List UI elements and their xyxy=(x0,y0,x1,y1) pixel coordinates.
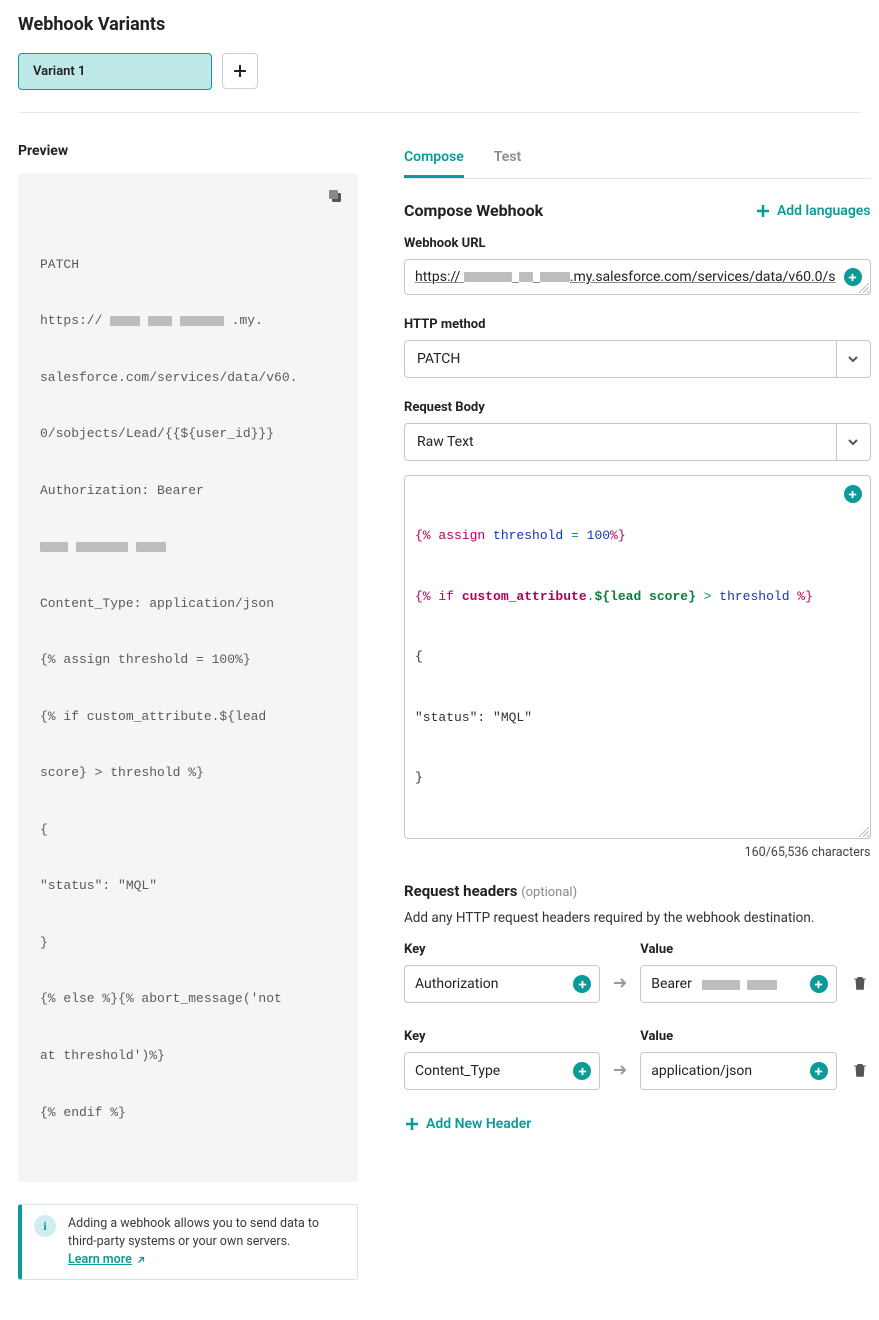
body-type-select[interactable]: Raw Text xyxy=(404,423,871,461)
preview-line: Content_Type: application/json xyxy=(40,595,336,614)
header-key-input[interactable]: Authorization xyxy=(404,965,600,1003)
plus-icon xyxy=(847,489,858,500)
add-liquid-button[interactable] xyxy=(844,268,862,286)
compose-column: Compose Test Compose Webhook Add languag… xyxy=(404,143,871,1280)
header-value-input[interactable]: application/json xyxy=(640,1052,836,1090)
preview-line xyxy=(40,538,336,557)
header-value-label: Value xyxy=(640,1029,836,1044)
preview-line: { xyxy=(40,821,336,840)
divider xyxy=(18,112,861,113)
preview-line: {% else %}{% abort_message('not xyxy=(40,990,336,1009)
info-icon: i xyxy=(34,1215,56,1237)
add-liquid-button[interactable] xyxy=(810,975,828,993)
plus-icon xyxy=(577,979,588,990)
tab-compose[interactable]: Compose xyxy=(404,143,464,178)
preview-line: } xyxy=(40,934,336,953)
compose-title: Compose Webhook xyxy=(404,201,543,220)
delete-header-button[interactable] xyxy=(849,1050,871,1090)
plus-icon xyxy=(813,979,824,990)
variant-bar: Variant 1 xyxy=(18,53,861,90)
preview-line: https:// .my. xyxy=(40,312,336,331)
chevron-down-icon xyxy=(847,436,859,448)
info-callout: i Adding a webhook allows you to send da… xyxy=(18,1204,358,1280)
preview-line: Authorization: Bearer xyxy=(40,482,336,501)
webhook-url-input[interactable]: https:// .my.salesforce.com/services/dat… xyxy=(404,259,871,295)
preview-box: PATCH https:// .my. salesforce.com/servi… xyxy=(18,173,358,1182)
http-method-select[interactable]: PATCH xyxy=(404,340,871,378)
add-liquid-button[interactable] xyxy=(573,1062,591,1080)
add-liquid-button[interactable] xyxy=(810,1062,828,1080)
plus-icon xyxy=(232,63,248,79)
learn-more-link[interactable]: Learn more xyxy=(68,1251,147,1269)
variant-tab[interactable]: Variant 1 xyxy=(18,53,212,90)
plus-icon xyxy=(847,272,858,283)
trash-icon xyxy=(851,1061,869,1079)
add-liquid-button[interactable] xyxy=(844,485,862,503)
add-liquid-button[interactable] xyxy=(573,975,591,993)
add-languages-button[interactable]: Add languages xyxy=(755,203,871,219)
arrow-icon xyxy=(612,1050,628,1090)
info-text: Adding a webhook allows you to send data… xyxy=(68,1215,345,1269)
tab-test[interactable]: Test xyxy=(494,143,521,178)
request-body-label: Request Body xyxy=(404,400,871,415)
arrow-icon xyxy=(612,963,628,1003)
header-row: Key Authorization Value Bearer xyxy=(404,942,871,1003)
preview-column: Preview PATCH https:// .my. salesforce.c… xyxy=(18,143,358,1280)
preview-line: PATCH xyxy=(40,256,336,275)
trash-icon xyxy=(851,974,869,992)
preview-line: {% if custom_attribute.${lead xyxy=(40,708,336,727)
plus-icon xyxy=(404,1116,420,1132)
chevron-down-icon xyxy=(847,353,859,365)
preview-line: {% assign threshold = 100%} xyxy=(40,651,336,670)
preview-line: {% endif %} xyxy=(40,1104,336,1123)
preview-heading: Preview xyxy=(18,143,358,159)
copy-button[interactable] xyxy=(322,183,348,209)
webhook-url-label: Webhook URL xyxy=(404,236,871,251)
plus-icon xyxy=(755,203,771,219)
add-header-button[interactable]: Add New Header xyxy=(404,1116,871,1132)
header-row: Key Content_Type Value application/json xyxy=(404,1029,871,1090)
preview-line: at threshold')%} xyxy=(40,1047,336,1066)
character-counter: 160/65,536 characters xyxy=(404,845,871,860)
request-headers-heading: Request headers (optional) xyxy=(404,882,871,900)
external-link-icon xyxy=(135,1254,147,1266)
header-value-input[interactable]: Bearer xyxy=(640,965,836,1003)
delete-header-button[interactable] xyxy=(849,963,871,1003)
page-title: Webhook Variants xyxy=(18,14,861,35)
header-key-label: Key xyxy=(404,942,600,957)
plus-icon xyxy=(577,1066,588,1077)
preview-line: 0/sobjects/Lead/{{${user_id}}} xyxy=(40,425,336,444)
http-method-label: HTTP method xyxy=(404,317,871,332)
request-headers-help: Add any HTTP request headers required by… xyxy=(404,910,871,926)
header-key-label: Key xyxy=(404,1029,600,1044)
request-body-textarea[interactable]: {% assign threshold = 100%} {% if custom… xyxy=(404,475,871,839)
tabs: Compose Test xyxy=(404,143,871,179)
plus-icon xyxy=(813,1066,824,1077)
preview-line: score} > threshold %} xyxy=(40,764,336,783)
add-variant-button[interactable] xyxy=(222,53,258,89)
preview-line: "status": "MQL" xyxy=(40,877,336,896)
copy-icon xyxy=(326,187,344,205)
header-value-label: Value xyxy=(640,942,836,957)
preview-line: salesforce.com/services/data/v60. xyxy=(40,369,336,388)
header-key-input[interactable]: Content_Type xyxy=(404,1052,600,1090)
